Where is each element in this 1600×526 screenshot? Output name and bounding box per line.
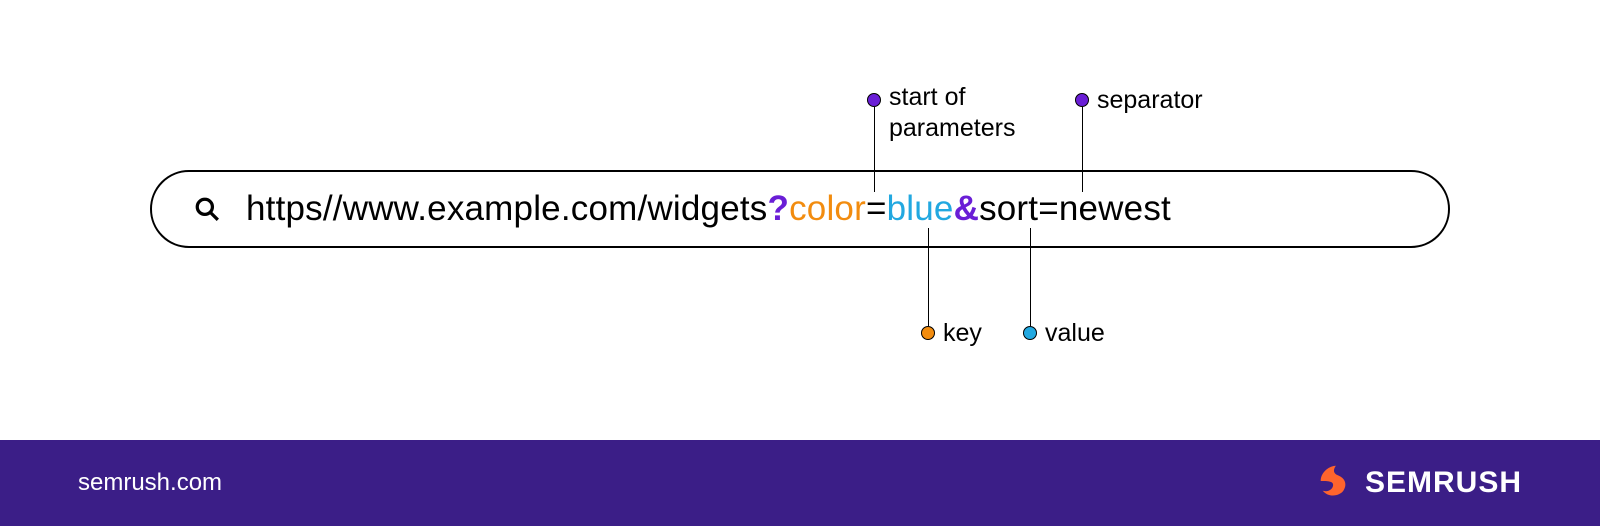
brand-flame-icon	[1315, 462, 1353, 505]
url-key: color	[789, 189, 866, 228]
url-rest: sort=newest	[979, 189, 1171, 228]
footer-brand: SEMRUSH	[1315, 462, 1522, 505]
label-key: key	[943, 318, 982, 349]
url-bar: https//www.example.com/widgets?color=blu…	[150, 170, 1450, 248]
label-separator: separator	[1097, 85, 1203, 116]
footer: semrush.com SEMRUSH	[0, 440, 1600, 526]
url-value: blue	[887, 189, 954, 228]
url-eq1: =	[866, 189, 887, 228]
line-key	[928, 228, 929, 326]
search-icon	[192, 194, 222, 224]
line-value	[1030, 228, 1031, 326]
url-ampersand: &	[954, 189, 979, 228]
dot-separator	[1075, 93, 1089, 107]
dot-start-of-parameters	[867, 93, 881, 107]
label-start-line1: start of	[889, 83, 965, 111]
url-base: https//www.example.com/widgets	[246, 189, 767, 228]
label-value: value	[1045, 318, 1105, 349]
url-text: https//www.example.com/widgets?color=blu…	[246, 189, 1171, 229]
label-start-of-parameters: start of parameters	[889, 82, 1015, 145]
dot-value	[1023, 326, 1037, 340]
dot-key	[921, 326, 935, 340]
footer-site: semrush.com	[78, 469, 222, 497]
label-start-line2: parameters	[889, 114, 1015, 142]
diagram-canvas: start of parameters separator https//www…	[0, 0, 1600, 526]
brand-wordmark: SEMRUSH	[1365, 466, 1522, 500]
url-question-mark: ?	[767, 189, 789, 228]
